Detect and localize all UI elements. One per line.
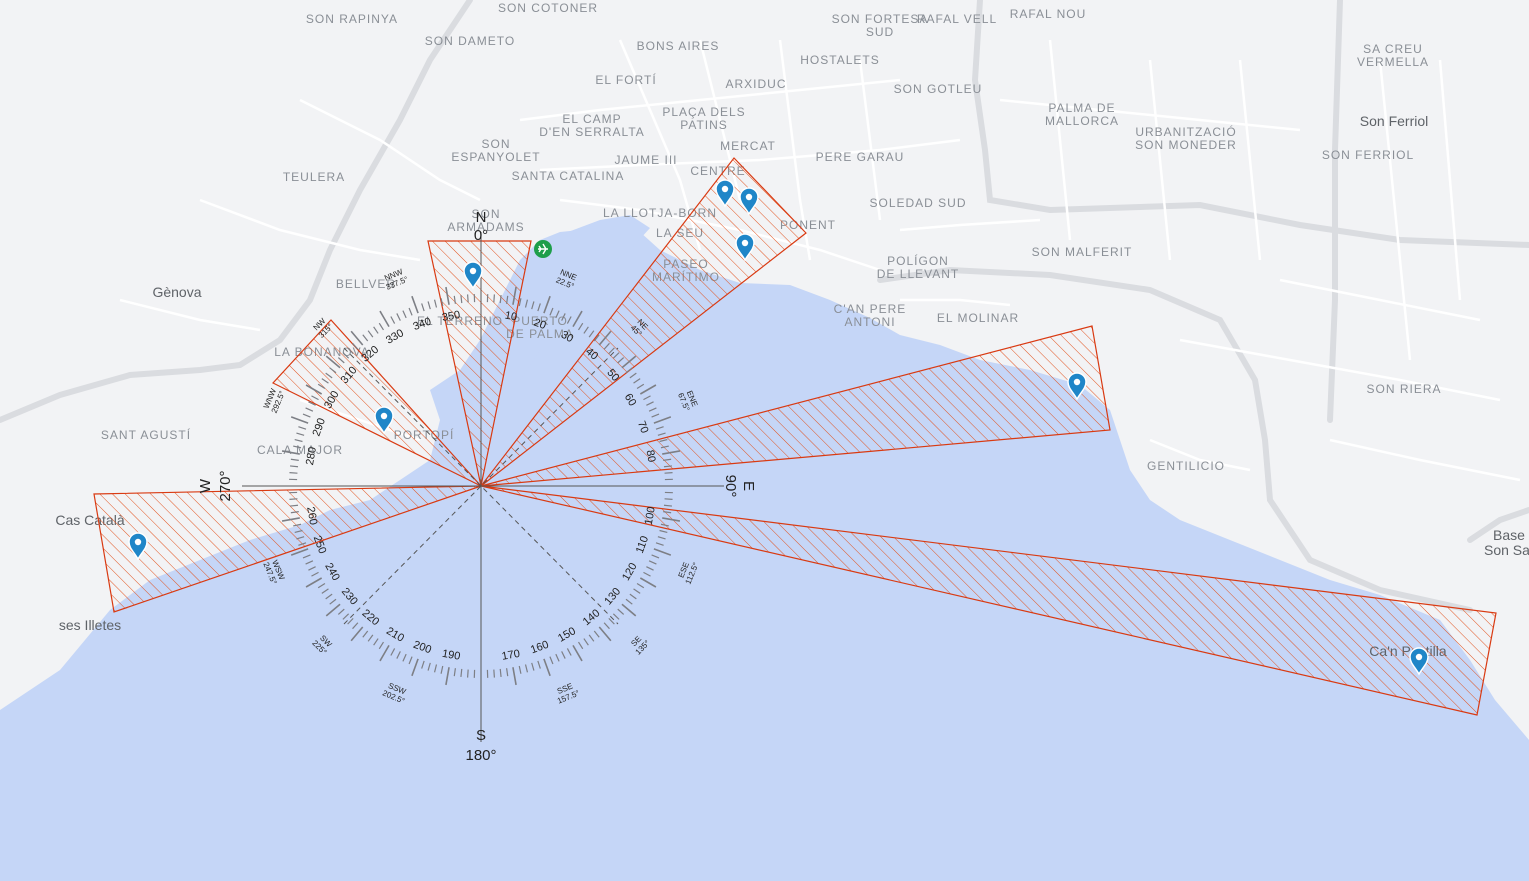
compass-tick — [664, 498, 673, 500]
pin-dot — [745, 193, 753, 201]
compass-north-letter: N — [476, 209, 487, 226]
compass-tick — [289, 498, 298, 500]
district-label-rafal-vell: RAFAL VELL — [917, 12, 997, 26]
compass-tick — [499, 294, 502, 304]
compass-tick — [663, 504, 673, 507]
district-label-gentilicio: GENTILICIO — [1147, 459, 1225, 473]
compass-west-letter: W — [197, 478, 214, 493]
site-marker[interactable] — [534, 240, 552, 258]
district-label-el-forti: EL FORTÍ — [595, 72, 656, 87]
district-label-son-cotoner: SON COTONER — [498, 1, 598, 15]
compass-tick — [467, 294, 469, 303]
district-label-bons-aires: BONS AIRES — [637, 39, 720, 53]
district-label-sa-creu-vermella: SA CREU VERMELLA — [1357, 42, 1429, 69]
compass-north-degree: 0° — [474, 227, 488, 244]
map-canvas[interactable]: SON RAPINYASON COTONERSON FORTESA SUDRAFA… — [0, 0, 1529, 881]
compass-west-degree: 270° — [217, 470, 234, 501]
district-label-palma-de-mallorca: PALMA DE MALLORCA — [1045, 101, 1119, 128]
compass-tick — [289, 504, 299, 507]
district-label-rafal-nou: RAFAL NOU — [1010, 7, 1087, 21]
district-label-el-molinar: EL MOLINAR — [937, 311, 1019, 325]
district-label-teulera: TEULERA — [283, 170, 345, 184]
compass-tick — [493, 669, 495, 678]
district-label-son-dameto: SON DAMETO — [425, 34, 515, 48]
compass-tick — [289, 465, 299, 468]
place-label-ses-illetes: ses Illetes — [59, 617, 121, 633]
district-label-cala-major: CALA MAJOR — [257, 443, 343, 457]
pin-dot — [1415, 653, 1423, 661]
district-label-son-rapinya: SON RAPINYA — [306, 12, 398, 26]
compass-south-degree: 180° — [465, 747, 496, 764]
district-label-santa-catalina: SANTA CATALINA — [512, 169, 625, 183]
compass-tick — [663, 465, 673, 468]
place-label-son-ferriol: Son Ferriol — [1360, 113, 1428, 129]
compass-east-degree: 90° — [722, 475, 739, 498]
pin-dot — [469, 267, 477, 275]
district-label-soledad-sud: SOLEDAD SUD — [869, 196, 966, 210]
compass-east-letter: E — [740, 481, 757, 491]
district-label-son-gotleu: SON GOTLEU — [894, 82, 983, 96]
district-label-son-riera: SON RIERA — [1366, 382, 1441, 396]
district-label-poligon-de-llevant: POLÍGON DE LLEVANT — [877, 253, 959, 281]
pin-dot — [380, 412, 388, 420]
pin-dot — [134, 538, 142, 546]
district-label-pere-garau: PERE GARAU — [816, 150, 905, 164]
compass-tick — [499, 668, 502, 678]
district-label-son-malferit: SON MALFERIT — [1032, 245, 1133, 259]
compass-south-letter: S — [476, 727, 486, 744]
compass-tick — [460, 668, 463, 678]
compass-tick — [664, 472, 673, 474]
pin-dot — [1073, 378, 1081, 386]
district-label-arxiduc: ARXIDUC — [725, 77, 786, 91]
compass-tick-label: 80 — [644, 449, 658, 463]
pin-dot — [741, 239, 749, 247]
place-label-genova: Gènova — [152, 284, 201, 300]
district-label-urbanitzacio-son-moneder: URBANITZACIÓ SON MONEDER — [1135, 124, 1237, 152]
compass-tick — [289, 472, 298, 474]
district-label-jaume-iii: JAUME III — [614, 153, 677, 167]
district-label-hostalets: HOSTALETS — [800, 53, 879, 67]
district-label-c-an-pere-antoni: C'AN PERE ANTONI — [834, 302, 907, 329]
pin-dot — [721, 185, 729, 193]
compass-tick — [467, 669, 469, 678]
compass-tick-label: 10 — [504, 310, 518, 324]
compass-tick — [460, 294, 463, 304]
district-label-mercat: MERCAT — [720, 139, 776, 153]
compass-tick — [493, 294, 495, 303]
district-label-son-ferriol: SON FERRIOL — [1322, 148, 1414, 162]
district-label-sant-agusti: SANT AGUSTÍ — [101, 427, 191, 442]
